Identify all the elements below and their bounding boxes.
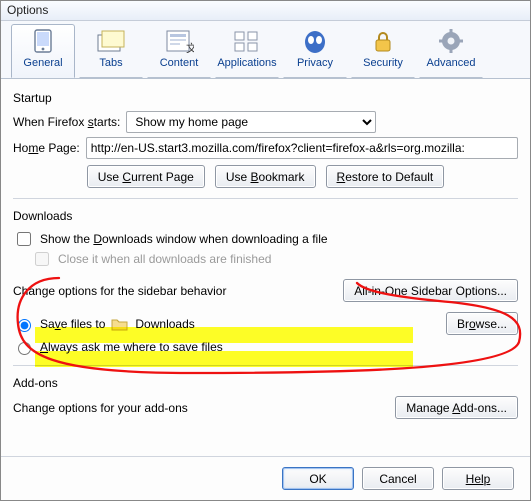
tab-content[interactable]: 文 Content xyxy=(147,24,211,78)
cancel-button[interactable]: Cancel xyxy=(362,467,434,490)
tab-applications[interactable]: Applications xyxy=(215,24,279,78)
always-ask-label: Always ask me where to save files xyxy=(40,340,223,354)
folder-icon xyxy=(111,316,129,332)
tab-privacy[interactable]: Privacy xyxy=(283,24,347,78)
when-firefox-starts-select[interactable]: Show my home page xyxy=(126,111,376,133)
tab-content-label: Content xyxy=(148,57,210,69)
content-icon: 文 xyxy=(163,27,195,55)
svg-text:文: 文 xyxy=(186,41,194,53)
tab-security-label: Security xyxy=(352,57,414,69)
dialog-footer: OK Cancel Help xyxy=(1,456,530,500)
always-ask-radio[interactable]: Always ask me where to save files xyxy=(13,339,223,355)
tab-security[interactable]: Security xyxy=(351,24,415,78)
save-files-to-radio[interactable]: Save files to xyxy=(13,316,105,332)
downloads-heading: Downloads xyxy=(13,209,518,223)
aios-options-button[interactable]: All-in-One Sidebar Options... xyxy=(343,279,518,302)
general-icon xyxy=(27,27,59,55)
browse-button[interactable]: Browse... xyxy=(446,312,518,335)
startup-heading: Startup xyxy=(13,91,518,105)
addons-heading: Add-ons xyxy=(13,376,518,390)
tabs-icon xyxy=(95,27,127,55)
tab-applications-label: Applications xyxy=(216,57,278,69)
general-panel: Startup When Firefox starts: Show my hom… xyxy=(1,79,530,419)
use-current-page-button[interactable]: Use Current Page xyxy=(87,165,205,188)
applications-icon xyxy=(231,27,263,55)
category-tabs: General Tabs 文 Content Applications Priv… xyxy=(1,21,530,79)
close-when-done-label: Close it when all downloads are finished xyxy=(58,252,271,266)
close-when-done-checkbox: Close it when all downloads are finished xyxy=(31,249,518,269)
restore-default-button[interactable]: Restore to Default xyxy=(326,165,445,188)
advanced-icon xyxy=(435,27,467,55)
options-window: Options General Tabs 文 Content Applicati… xyxy=(0,0,531,501)
manage-addons-button[interactable]: Manage Add-ons... xyxy=(395,396,518,419)
privacy-icon xyxy=(299,27,331,55)
home-page-label: Home Page: xyxy=(13,141,80,155)
sidebar-change-label: Change options for the sidebar behavior xyxy=(13,284,226,298)
when-firefox-starts-label: When Firefox starts: xyxy=(13,115,120,129)
use-bookmark-button[interactable]: Use Bookmark xyxy=(215,165,316,188)
tab-advanced[interactable]: Advanced xyxy=(419,24,483,78)
ok-button[interactable]: OK xyxy=(282,467,354,490)
tab-tabs[interactable]: Tabs xyxy=(79,24,143,78)
home-page-input[interactable] xyxy=(86,137,518,159)
tab-privacy-label: Privacy xyxy=(284,57,346,69)
tab-advanced-label: Advanced xyxy=(420,57,482,69)
show-downloads-window-checkbox[interactable]: Show the Downloads window when downloadi… xyxy=(13,229,518,249)
addons-change-label: Change options for your add-ons xyxy=(13,401,188,415)
tab-general-label: General xyxy=(12,57,74,69)
save-path: Downloads xyxy=(135,317,440,331)
tab-tabs-label: Tabs xyxy=(80,57,142,69)
save-files-to-label: Save files to xyxy=(40,317,105,331)
help-button[interactable]: Help xyxy=(442,467,514,490)
show-downloads-window-label: Show the Downloads window when downloadi… xyxy=(40,232,328,246)
window-title: Options xyxy=(1,1,530,21)
tab-general[interactable]: General xyxy=(11,24,75,78)
security-icon xyxy=(367,27,399,55)
